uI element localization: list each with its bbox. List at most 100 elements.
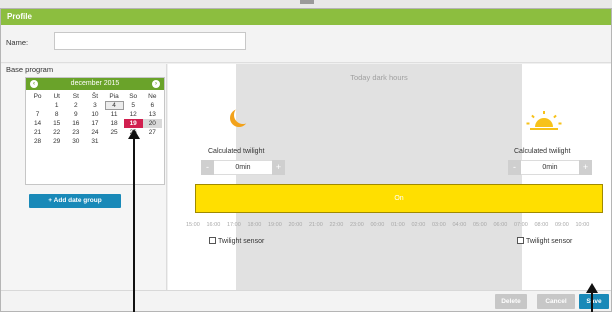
calendar-day[interactable]: 23	[66, 128, 85, 137]
calendar-day[interactable]: 13	[143, 110, 162, 119]
left-twilight-stepper: - 0min +	[201, 160, 285, 175]
calendar-week-row: 21 22 23 24 25 26 27	[28, 128, 162, 137]
calendar-day[interactable]: 6	[143, 101, 162, 110]
cancel-button[interactable]: Cancel	[537, 294, 575, 309]
timeline-tick-label: 15:00	[186, 222, 200, 228]
annotation-arrow	[133, 138, 135, 312]
calendar-grid: Po Ut St Št Pia So Ne 1 2 3 4 5 6 7 8 9 10 11 12 13 14 15 16 17…	[28, 92, 162, 146]
calendar-day[interactable]: 8	[47, 110, 66, 119]
timeline-axis: 15:00 16:00 17:00 18:00 19:00 20:00 21:00 22:00…	[186, 222, 606, 228]
right-twilight-value[interactable]: 0min	[521, 160, 579, 175]
calendar-day[interactable]: 2	[66, 101, 85, 110]
calendar-day[interactable]: 10	[85, 110, 104, 119]
left-sensor-label: Twilight sensor	[218, 238, 265, 245]
calendar-month-label: december 2015	[70, 80, 120, 87]
name-label: Name:	[6, 38, 29, 47]
weekday-row: Po Ut St Št Pia So Ne	[28, 92, 162, 101]
dialog-title: Profile	[1, 9, 611, 25]
timeline-tick-label: 22:00	[329, 222, 344, 228]
calendar-day[interactable]: 7	[28, 110, 47, 119]
timeline-tick-label: 18:00	[247, 222, 262, 228]
calendar-day[interactable]: 12	[124, 110, 143, 119]
left-plus-button[interactable]: +	[272, 160, 285, 175]
calendar-day[interactable]: 4	[104, 101, 124, 110]
timeline-tick-label: 03:00	[432, 222, 446, 228]
calendar-week-row: 14 15 16 17 18 19 20	[28, 119, 162, 128]
calendar-day[interactable]: 14	[28, 119, 47, 128]
calendar-day[interactable]: 15	[47, 119, 66, 128]
timeline-tick-label: 07:00	[514, 222, 528, 228]
calendar-day[interactable]: 27	[143, 128, 162, 137]
calendar-day[interactable]: 19	[123, 119, 143, 128]
calendar-day[interactable]: 9	[66, 110, 85, 119]
weekday-label: Po	[33, 93, 42, 100]
calendar-day[interactable]: 25	[105, 128, 124, 137]
calendar-day[interactable]: 30	[66, 137, 85, 146]
drag-handle[interactable]	[300, 0, 314, 4]
annotation-arrow	[591, 292, 593, 312]
left-twilight-value[interactable]: 0min	[214, 160, 272, 175]
calendar-empty-cell	[105, 137, 124, 146]
dark-hours-title: Today dark hours	[350, 73, 408, 82]
right-sensor-label: Twilight sensor	[526, 238, 573, 245]
moon-icon	[234, 106, 252, 124]
timeline-tick-label: 19:00	[268, 222, 282, 228]
calendar-header: ‹ december 2015 ›	[26, 78, 164, 90]
checkbox-icon[interactable]	[517, 237, 524, 244]
calendar-day[interactable]: 20	[142, 119, 162, 128]
dark-hours-region	[236, 64, 522, 290]
calendar-day[interactable]: 31	[85, 137, 104, 146]
left-twilight-label: Calculated twilight	[208, 148, 265, 155]
weekday-label: Št	[91, 93, 99, 100]
chevron-right-icon[interactable]: ›	[152, 80, 160, 88]
calendar-day[interactable]: 5	[124, 101, 143, 110]
calendar-day[interactable]: 17	[85, 119, 104, 128]
calendar-week-row: 123456	[28, 101, 162, 110]
weekday-label: Ut	[53, 93, 60, 100]
timeline-tick-label: 06:00	[493, 222, 508, 228]
profile-dialog: Profile Name: Base program ‹ december 20…	[0, 8, 612, 312]
calendar-empty-cell	[143, 137, 162, 146]
calendar-day[interactable]: 1	[47, 101, 66, 110]
calendar-day[interactable]: 16	[66, 119, 85, 128]
top-strip	[0, 0, 612, 8]
calendar-day[interactable]: 28	[28, 137, 47, 146]
weekday-label: Ne	[148, 93, 157, 100]
right-twilight-label: Calculated twilight	[514, 148, 571, 155]
weekday-label: So	[129, 93, 138, 100]
calendar-day[interactable]: 3	[85, 101, 104, 110]
dialog-footer: Delete Cancel Save	[1, 290, 611, 311]
calendar-day[interactable]: 24	[85, 128, 104, 137]
name-input[interactable]	[54, 32, 246, 50]
left-twilight-sensor[interactable]: Twilight sensor	[209, 237, 264, 245]
timeline-tick-label: 10:00	[575, 222, 590, 228]
calendar-empty-cell	[28, 101, 47, 110]
right-minus-button[interactable]: -	[508, 160, 521, 175]
calendar-day[interactable]: 11	[105, 110, 124, 119]
schedule-panel: Today dark hours Calculated twilight - 0…	[168, 64, 611, 290]
timeline-tick-label: 02:00	[411, 222, 426, 228]
calendar-day[interactable]: 29	[47, 137, 66, 146]
add-date-group-button[interactable]: + Add date group	[29, 194, 121, 208]
timeline-tick-label: 09:00	[555, 222, 569, 228]
timeline-tick-label: 08:00	[534, 222, 549, 228]
timeline-tick-label: 17:00	[227, 222, 241, 228]
left-minus-button[interactable]: -	[201, 160, 214, 175]
right-twilight-sensor[interactable]: Twilight sensor	[517, 237, 572, 245]
chevron-left-icon[interactable]: ‹	[30, 80, 38, 88]
timeline-tick-label: 05:00	[473, 222, 487, 228]
calendar-day[interactable]: 21	[28, 128, 47, 137]
timeline-tick-label: 01:00	[391, 222, 405, 228]
checkbox-icon[interactable]	[209, 237, 216, 244]
save-button[interactable]: Save	[579, 294, 609, 309]
calendar-week-row: 28 29 30 31	[28, 137, 162, 146]
delete-button[interactable]: Delete	[495, 294, 527, 309]
timeline-tick-label: 20:00	[288, 222, 303, 228]
calendar-day[interactable]: 18	[105, 119, 124, 128]
weekday-label: Pia	[109, 93, 119, 100]
on-interval-bar[interactable]: On	[195, 184, 603, 213]
timeline-tick-label: 23:00	[350, 222, 364, 228]
right-plus-button[interactable]: +	[579, 160, 592, 175]
timeline-tick-label: 16:00	[206, 222, 221, 228]
calendar-day[interactable]: 22	[47, 128, 66, 137]
